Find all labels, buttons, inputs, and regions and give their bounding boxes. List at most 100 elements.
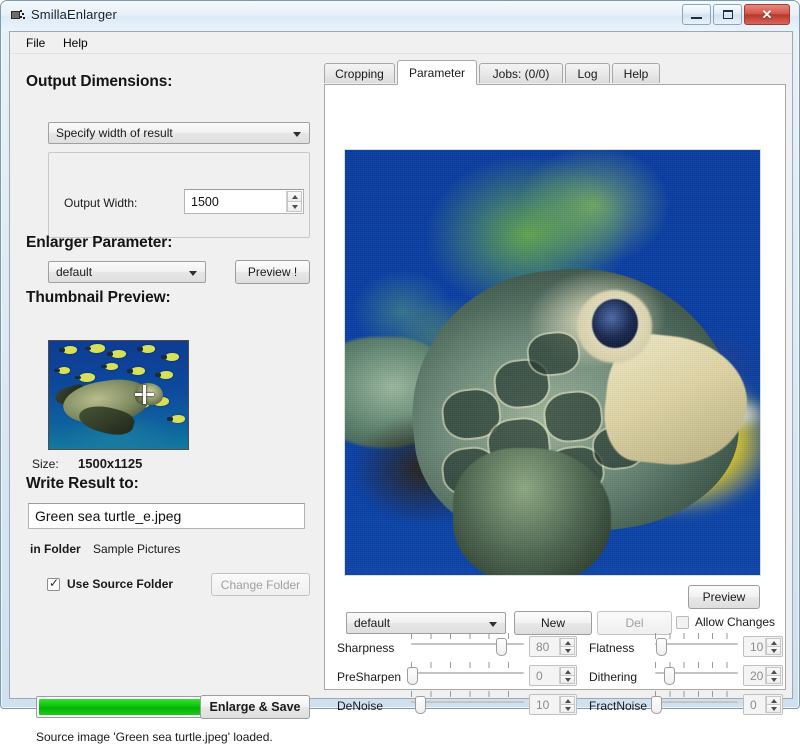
output-mode-combo-value: Specify width of result: [56, 126, 173, 140]
fractnoise-stepper[interactable]: [765, 696, 781, 713]
sharpness-slider[interactable]: [411, 633, 524, 656]
tab-parameter[interactable]: Parameter: [397, 60, 477, 85]
denoise-label: DeNoise: [337, 699, 384, 713]
change-folder-button[interactable]: Change Folder: [211, 573, 310, 596]
slider-handle[interactable]: [415, 696, 427, 714]
denoise-stepper[interactable]: [559, 696, 575, 713]
presharpen-value-input[interactable]: 0: [529, 665, 577, 686]
parameter-tab-panel: Preview default New Del Allow Changes Sh…: [324, 84, 786, 715]
sharpness-label: Sharpness: [337, 641, 395, 655]
minimize-button[interactable]: [682, 4, 711, 25]
size-value: 1500x1125: [78, 456, 143, 471]
enlarger-parameter-title: Enlarger Parameter:: [26, 234, 173, 251]
denoise-slider[interactable]: [411, 691, 524, 714]
progress-bar: [36, 696, 207, 718]
write-result-title: Write Result to:: [26, 475, 139, 492]
slider-track: [655, 701, 738, 703]
stepper-up-icon[interactable]: [287, 191, 302, 202]
output-filename-input[interactable]: Green sea turtle_e.jpeg: [28, 503, 305, 529]
slider-handle[interactable]: [655, 638, 667, 656]
delete-preset-button[interactable]: Del: [597, 611, 672, 635]
output-width-value: 1500: [191, 194, 219, 209]
stepper-up-icon[interactable]: [766, 667, 781, 676]
denoise-value-input[interactable]: 10: [529, 694, 577, 715]
stepper-down-icon[interactable]: [766, 647, 781, 655]
slider-handle[interactable]: [664, 667, 676, 685]
preview-image[interactable]: [344, 149, 761, 576]
slider-ticks: [411, 691, 524, 697]
slider-handle[interactable]: [650, 696, 662, 714]
menu-item-help[interactable]: Help: [55, 35, 96, 52]
preview-button[interactable]: Preview: [688, 585, 760, 609]
sharpness-stepper[interactable]: [559, 638, 575, 655]
application-window: SmillaEnlarger ✕ File Help Output Dimens…: [0, 0, 800, 744]
maximize-button[interactable]: [713, 4, 742, 25]
denoise-value: 10: [536, 698, 550, 712]
enlarge-and-save-button[interactable]: Enlarge & Save: [200, 695, 310, 719]
slider-track: [655, 643, 738, 645]
output-width-stepper[interactable]: [286, 191, 302, 212]
stepper-down-icon[interactable]: [766, 676, 781, 684]
dithering-slider[interactable]: [655, 662, 738, 685]
thumbnail-image[interactable]: [48, 340, 189, 450]
fractnoise-value-input[interactable]: 0: [743, 694, 783, 715]
stepper-up-icon[interactable]: [560, 667, 575, 676]
presharpen-value: 0: [536, 669, 543, 683]
stepper-down-icon[interactable]: [560, 676, 575, 684]
stepper-up-icon[interactable]: [766, 696, 781, 705]
use-source-folder-label: Use Source Folder: [67, 577, 174, 591]
slider-ticks: [411, 633, 524, 639]
dithering-label: Dithering: [589, 670, 638, 684]
allow-changes-checkbox[interactable]: [676, 616, 689, 629]
title-bar: SmillaEnlarger ✕: [1, 1, 799, 31]
tab-help[interactable]: Help: [612, 63, 660, 83]
stepper-down-icon[interactable]: [287, 202, 302, 212]
in-folder-label: in Folder: [30, 542, 81, 556]
sharpness-value-input[interactable]: 80: [529, 636, 577, 657]
close-button[interactable]: ✕: [744, 4, 790, 25]
output-filename-value: Green sea turtle_e.jpeg: [35, 508, 182, 524]
new-preset-button[interactable]: New: [514, 611, 592, 635]
enlarger-preset-combo[interactable]: default: [48, 261, 206, 283]
flatness-value-input[interactable]: 10: [743, 636, 783, 657]
stepper-down-icon[interactable]: [766, 705, 781, 713]
flatness-slider[interactable]: [655, 633, 738, 656]
slider-handle[interactable]: [407, 667, 419, 685]
slider-ticks: [411, 662, 524, 668]
size-label: Size:: [32, 457, 59, 471]
dithering-value-input[interactable]: 20: [743, 665, 783, 686]
slider-track: [411, 672, 524, 674]
tab-jobs[interactable]: Jobs: (0/0): [479, 63, 563, 83]
stepper-up-icon[interactable]: [560, 638, 575, 647]
flatness-value: 10: [750, 640, 764, 654]
chevron-down-icon: [293, 132, 301, 137]
tab-cropping[interactable]: Cropping: [324, 63, 395, 83]
status-message: Source image 'Green sea turtle.jpeg' loa…: [36, 730, 273, 744]
dithering-stepper[interactable]: [765, 667, 781, 684]
output-width-input[interactable]: 1500: [184, 189, 304, 214]
presharpen-stepper[interactable]: [559, 667, 575, 684]
stepper-down-icon[interactable]: [560, 705, 575, 713]
slider-ticks: [655, 691, 738, 697]
chevron-down-icon: [489, 622, 497, 627]
tab-log[interactable]: Log: [565, 63, 610, 83]
parameter-preset-combo-value: default: [354, 616, 391, 630]
flatness-stepper[interactable]: [765, 638, 781, 655]
parameter-preset-combo[interactable]: default: [346, 612, 506, 634]
presharpen-slider[interactable]: [407, 662, 524, 685]
use-source-folder-checkbox[interactable]: [47, 576, 60, 591]
stepper-down-icon[interactable]: [560, 647, 575, 655]
close-icon: ✕: [761, 6, 773, 22]
output-mode-combo[interactable]: Specify width of result: [48, 122, 310, 144]
fractnoise-slider[interactable]: [650, 691, 738, 714]
progress-bar-fill: [39, 699, 204, 715]
stepper-up-icon[interactable]: [766, 638, 781, 647]
fractnoise-value: 0: [750, 698, 757, 712]
crosshair-cursor-icon: [135, 385, 154, 404]
menu-bar: File Help: [10, 32, 792, 54]
menu-item-file[interactable]: File: [18, 35, 53, 52]
stepper-up-icon[interactable]: [560, 696, 575, 705]
enlarger-preset-combo-value: default: [56, 265, 93, 279]
slider-handle[interactable]: [496, 638, 508, 656]
preview-exclaim-button[interactable]: Preview !: [235, 260, 310, 284]
